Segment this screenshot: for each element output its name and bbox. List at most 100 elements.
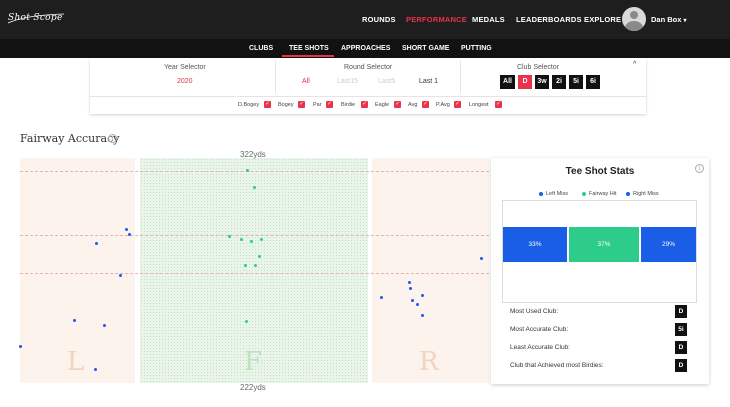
shot-dot-fairway-hit[interactable]	[258, 255, 261, 258]
checkbox-dbogey[interactable]: ✓	[264, 101, 271, 108]
bar-right-miss[interactable]: 29%	[641, 227, 696, 262]
shot-dot-right-miss[interactable]	[421, 314, 424, 317]
shot-dot-right-miss[interactable]	[480, 257, 483, 260]
filter-label-longest: Longest	[469, 102, 489, 108]
shot-dot-left-miss[interactable]	[125, 228, 128, 231]
nav-rounds[interactable]: ROUNDS	[362, 15, 396, 24]
checkbox-longest[interactable]: ✓	[495, 101, 502, 108]
legend-dot-fairway-hit	[582, 192, 586, 196]
distance-line	[20, 273, 489, 274]
club-button-all[interactable]: All	[500, 75, 515, 89]
filter-label-birdie: Birdie	[341, 102, 356, 108]
filter-label-eagle: Eagle	[375, 102, 390, 108]
bar-left-miss[interactable]: 33%	[503, 227, 567, 262]
checkbox-avg[interactable]: ✓	[422, 101, 429, 108]
sub-navigation: CLUBS TEE SHOTS APPROACHES SHORT GAME PU…	[0, 39, 730, 58]
stat-value-most-birdies-club: D	[675, 359, 687, 372]
club-button-d[interactable]: D	[518, 75, 532, 89]
collapse-caret-icon[interactable]: ^	[633, 61, 636, 68]
bar-fairway-hit[interactable]: 37%	[569, 227, 639, 262]
shot-dot-right-miss[interactable]	[411, 299, 414, 302]
nav-explore[interactable]: EXPLORE	[584, 15, 621, 24]
checkbox-birdie[interactable]: ✓	[361, 101, 368, 108]
shot-dot-fairway-hit[interactable]	[253, 186, 256, 189]
shot-dot-fairway-hit[interactable]	[254, 264, 257, 267]
zone-letter-right: R	[419, 347, 439, 377]
tab-approaches[interactable]: APPROACHES	[341, 45, 390, 52]
year-selector-label: Year Selector	[164, 64, 206, 71]
tee-shot-stats-panel: Tee Shot Stats i Left Miss Fairway Hit R…	[491, 158, 709, 384]
round-option-last5[interactable]: Last5	[378, 78, 395, 85]
tab-tee-shots[interactable]: TEE SHOTS	[289, 45, 329, 52]
distance-line	[20, 235, 489, 236]
avatar-body	[625, 21, 643, 31]
shot-dot-right-miss[interactable]	[380, 296, 383, 299]
top-yardage-label: 322yds	[240, 150, 266, 159]
filter-label-pavg: P.Avg	[436, 102, 450, 108]
club-selector-label: Club Selector	[517, 64, 560, 71]
shot-dot-fairway-hit[interactable]	[228, 235, 231, 238]
active-tab-indicator	[282, 55, 334, 57]
shot-dot-right-miss[interactable]	[409, 287, 412, 290]
divider	[90, 96, 646, 97]
distance-line	[20, 171, 489, 172]
checkbox-par[interactable]: ✓	[326, 101, 333, 108]
legend-left-miss: Left Miss	[546, 191, 569, 197]
tab-putting[interactable]: PUTTING	[461, 45, 492, 52]
avatar-head	[630, 11, 638, 19]
stat-value-most-used-club: D	[675, 305, 687, 318]
nav-performance[interactable]: PERFORMANCE	[406, 15, 467, 24]
round-option-all[interactable]: All	[302, 78, 310, 85]
legend-dot-right-miss	[626, 192, 630, 196]
fairway-accuracy-title: Fairway Accuracy	[20, 132, 120, 145]
stat-label-least-accurate-club: Least Accurate Club:	[510, 344, 570, 351]
filter-panel: Year Selector 2020 Round Selector All La…	[90, 58, 646, 114]
shot-dot-fairway-hit[interactable]	[260, 238, 263, 241]
shot-dot-left-miss[interactable]	[119, 274, 122, 277]
nav-leaderboards[interactable]: LEADERBOARDS	[516, 15, 582, 24]
shot-dot-left-miss[interactable]	[73, 319, 76, 322]
filter-label-par: Par	[313, 102, 322, 108]
stat-label-most-used-club: Most Used Club:	[510, 308, 559, 315]
shot-dot-fairway-hit[interactable]	[245, 320, 248, 323]
shot-dot-fairway-hit[interactable]	[250, 240, 253, 243]
nav-medals[interactable]: MEDALS	[472, 15, 505, 24]
shot-dot-left-miss[interactable]	[95, 242, 98, 245]
filter-label-bogey: Bogey	[278, 102, 294, 108]
filter-label-dbogey: D.Bogey	[238, 102, 260, 108]
shot-dot-fairway-hit[interactable]	[246, 169, 249, 172]
year-selector-value[interactable]: 2020	[177, 78, 193, 85]
shot-dot-fairway-hit[interactable]	[240, 238, 243, 241]
checkbox-bogey[interactable]: ✓	[298, 101, 305, 108]
club-button-5i[interactable]: 5i	[569, 75, 583, 89]
shot-dot-left-miss[interactable]	[103, 324, 106, 327]
top-navigation-bar: Shot Scope ROUNDS PERFORMANCE MEDALS LEA…	[0, 0, 730, 39]
stat-label-most-birdies-club: Club that Achieved most Birdies:	[510, 362, 604, 369]
round-option-last15[interactable]: Last15	[337, 78, 358, 85]
shot-dot-right-miss[interactable]	[416, 303, 419, 306]
checkbox-pavg[interactable]: ✓	[454, 101, 461, 108]
user-menu[interactable]: Dan Box ▾	[651, 15, 687, 24]
bottom-yardage-label: 222yds	[240, 383, 266, 392]
stats-title: Tee Shot Stats	[565, 166, 635, 177]
shot-dot-fairway-hit[interactable]	[244, 264, 247, 267]
avatar[interactable]	[622, 7, 646, 31]
info-icon[interactable]: i	[695, 164, 704, 173]
info-icon[interactable]: i	[108, 134, 117, 143]
checkbox-eagle[interactable]: ✓	[394, 101, 401, 108]
shot-dot-right-miss[interactable]	[408, 281, 411, 284]
logo[interactable]: Shot Scope	[8, 13, 63, 23]
shot-dot-right-miss[interactable]	[421, 294, 424, 297]
stat-value-least-accurate-club: D	[675, 341, 687, 354]
round-option-last1[interactable]: Last 1	[419, 78, 438, 85]
shot-dot-left-miss[interactable]	[19, 345, 22, 348]
shot-dot-left-miss[interactable]	[94, 368, 97, 371]
tee-shot-bar-chart: 33% 37% 29%	[502, 200, 697, 303]
divider	[275, 61, 276, 93]
tab-short-game[interactable]: SHORT GAME	[402, 45, 449, 52]
tab-clubs[interactable]: CLUBS	[249, 45, 273, 52]
shot-dot-left-miss[interactable]	[128, 233, 131, 236]
club-button-2i[interactable]: 2i	[552, 75, 566, 89]
club-button-3w[interactable]: 3w	[535, 75, 549, 89]
club-button-6i[interactable]: 6i	[586, 75, 600, 89]
